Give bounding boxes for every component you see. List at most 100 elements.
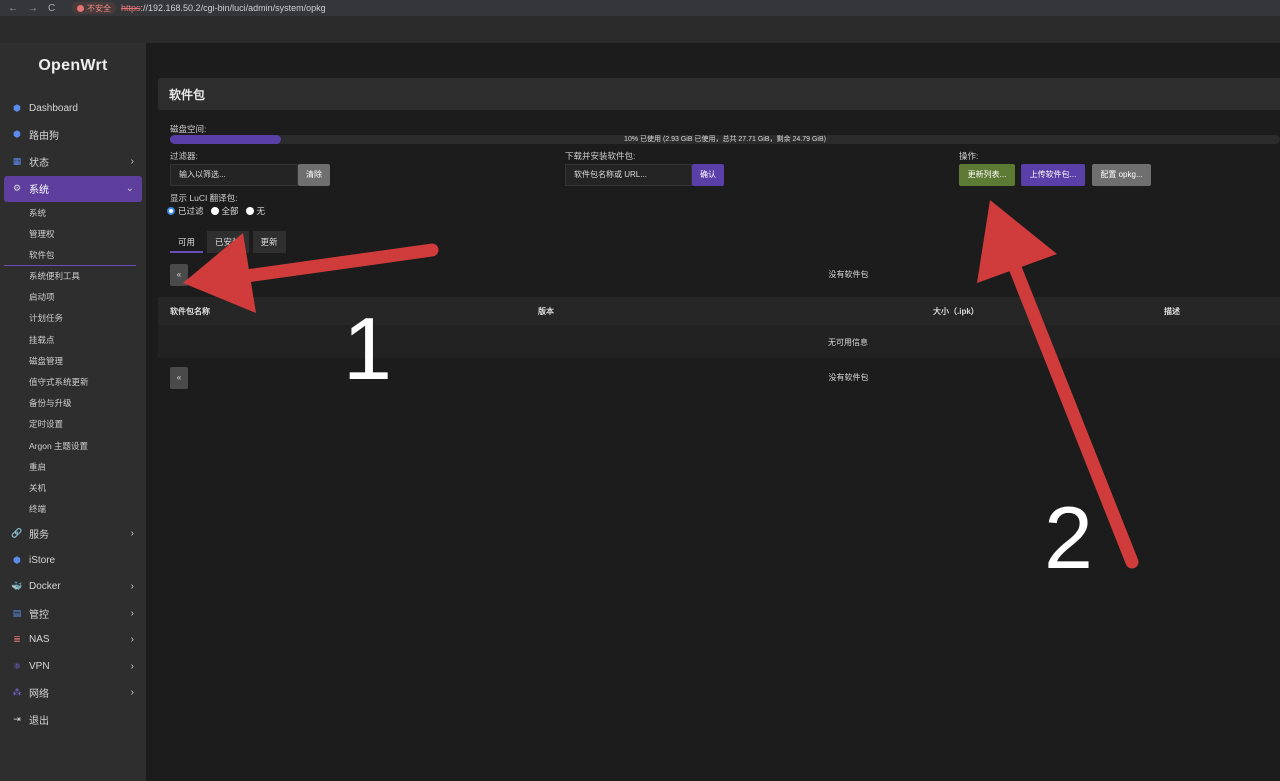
menu-icon: ⁂ (12, 687, 22, 698)
submenu-item-10[interactable]: 定时设置 (4, 414, 142, 435)
tab-installed[interactable]: 已安装 (207, 231, 249, 253)
address-bar[interactable]: 不安全 https ://192.168.50.2/cgi-bin/luci/a… (72, 1, 326, 15)
column-package-name: 软件包名称 (170, 307, 210, 316)
submenu-item-11[interactable]: Argon 主题设置 (4, 436, 142, 457)
menu-icon: ⬢ (13, 554, 21, 565)
browser-toolbar: ← → C 不安全 https ://192.168.50.2/cgi-bin/… (0, 0, 1280, 16)
submenu-item-3[interactable]: 系统便利工具 (4, 266, 142, 287)
upload-package-button[interactable]: 上传软件包... (1021, 164, 1085, 186)
sidebar-item-after-7[interactable]: ⇥ 退出 (4, 706, 142, 733)
no-packages-text-bottom: 没有软件包 (828, 373, 869, 382)
sidebar-item-after-5[interactable]: ⚛ VPN › (4, 653, 142, 680)
radio-all[interactable] (210, 207, 219, 215)
download-label: 下载并安装软件包: (565, 151, 636, 161)
openwrt-logo[interactable]: OpenWrt (0, 57, 146, 75)
chevron-right-icon: › (130, 687, 134, 699)
menu-icon: ⇥ (13, 713, 21, 724)
update-lists-button[interactable]: 更新列表... (959, 164, 1015, 186)
submenu-item-9[interactable]: 备份与升级 (4, 393, 142, 414)
filter-input[interactable]: 输入以筛选... (170, 164, 298, 186)
back-icon[interactable]: ← (8, 3, 18, 14)
table-row: 无可用信息 (158, 325, 1280, 358)
submenu-item-5[interactable]: 计划任务 (4, 308, 142, 329)
tab-updates[interactable]: 更新 (252, 231, 286, 253)
url-scheme: https (121, 3, 141, 13)
filter-label: 过滤器: (170, 151, 198, 161)
sidebar: OpenWrt ⬢ Dashboard ⬢ 路由狗 ▦ 状态 › ⚙ 系统 ⌄ 系统 管理权 软件包 系统… (0, 43, 146, 781)
system-submenu: 系统 管理权 软件包 系统便利工具 启动项 计划任务 挂载点 磁盘管理 值守式系统更新 备份与升级… (4, 203, 142, 521)
menu-icon: 🔗 (11, 528, 23, 539)
menu-icon: ▤ (12, 607, 22, 618)
configure-opkg-button[interactable]: 配置 opkg... (1092, 164, 1151, 186)
forward-icon[interactable]: → (28, 3, 38, 14)
sidebar-item-after-6[interactable]: ⁂ 网络 › (4, 679, 142, 706)
sidebar-item-label: 服务 (29, 530, 49, 542)
sidebar-menu: ⬢ Dashboard ⬢ 路由狗 ▦ 状态 › ⚙ 系统 ⌄ 系统 管理权 软件包 系统便利工具 启动项计… (4, 95, 142, 732)
submenu-item-14[interactable]: 终端 (4, 499, 142, 520)
disk-usage-bar: 10% 已使用 (2.93 GiB 已使用，总共 27.71 GiB，剩余 24… (170, 135, 1280, 144)
main-content: 软件包 磁盘空间: 10% 已使用 (2.93 GiB 已使用，总共 27.71… (146, 43, 1280, 781)
chevron-right-icon: › (130, 581, 134, 593)
sidebar-item-label: 状态 (29, 157, 49, 169)
chevron-right-icon: › (130, 634, 134, 646)
warning-icon (77, 4, 84, 12)
submenu-item-12[interactable]: 重启 (4, 457, 142, 478)
sidebar-item-label: 网络 (29, 689, 49, 701)
submenu-item-2[interactable]: 软件包 (4, 245, 136, 267)
browser-nav: ← → C (0, 3, 72, 14)
submenu-item-6[interactable]: 挂载点 (4, 330, 142, 351)
sidebar-item-2[interactable]: ▦ 状态 › (4, 148, 142, 175)
sidebar-item-after-3[interactable]: ▤ 管控 › (4, 600, 142, 627)
sidebar-item-label: 路由狗 (29, 131, 59, 143)
disk-usage-text: 10% 已使用 (2.93 GiB 已使用，总共 27.71 GiB，剩余 24… (624, 136, 826, 143)
sidebar-item-after-2[interactable]: 🐳 Docker › (4, 573, 142, 600)
sidebar-item-1[interactable]: ⬢ 路由狗 (4, 122, 142, 149)
gear-icon: ⚙ (12, 183, 22, 193)
submenu-item-4[interactable]: 启动项 (4, 287, 142, 308)
no-packages-text-top: 没有软件包 (828, 270, 869, 279)
cube-icon: ⬢ (13, 129, 21, 140)
no-info-text: 无可用信息 (828, 338, 868, 347)
submenu-item-13[interactable]: 关机 (4, 478, 142, 499)
url-path: ://192.168.50.2/cgi-bin/luci/admin/syste… (140, 3, 326, 13)
insecure-badge[interactable]: 不安全 (72, 2, 116, 14)
luci-translation-label: 显示 LuCI 翻译包: (170, 193, 238, 203)
submenu-item-0[interactable]: 系统 (4, 203, 142, 224)
reload-icon[interactable]: C (48, 3, 55, 14)
actions-label: 操作: (959, 151, 979, 161)
chevron-icon: › (130, 155, 134, 167)
submenu-item-8[interactable]: 值守式系统更新 (4, 372, 142, 393)
sidebar-item-after-4[interactable]: ≣ NAS › (4, 626, 142, 653)
submenu-item-1[interactable]: 管理权 (4, 224, 142, 245)
annotation-number-2: 2 (1044, 488, 1093, 587)
sidebar-item-label: 退出 (29, 715, 49, 727)
radio-filtered[interactable] (167, 207, 175, 215)
sidebar-item-after-1[interactable]: ⬢ iStore (4, 547, 142, 574)
package-url-input[interactable]: 软件包名称或 URL... (565, 164, 692, 186)
sidebar-item-label: iStore (29, 554, 56, 566)
cube-icon: ⬢ (13, 102, 21, 113)
confirm-button[interactable]: 确认 (692, 164, 724, 186)
sidebar-item-0[interactable]: ⬢ Dashboard (4, 95, 142, 122)
column-description: 描述 (1164, 307, 1180, 316)
pager-prev-button-bottom[interactable]: « (170, 367, 188, 389)
tab-available[interactable]: 可用 (170, 231, 204, 253)
clear-button[interactable]: 清除 (298, 164, 330, 186)
sidebar-item-3[interactable]: ⚙ 系统 ⌄ (4, 175, 142, 202)
menu-icon: ≣ (13, 634, 21, 645)
menu-icon: ⚛ (12, 660, 22, 671)
sidebar-item-after-0[interactable]: 🔗 服务 › (4, 520, 142, 547)
radio-none[interactable] (245, 207, 254, 215)
sidebar-item-label: Docker (29, 581, 61, 593)
sidebar-item-label: 管控 (29, 609, 49, 621)
browser-bookmarks-strip (0, 16, 1280, 43)
package-tabs: 可用 已安装 更新 (170, 231, 286, 253)
chevron-right-icon: › (130, 660, 134, 672)
chevron-icon: ⌄ (125, 183, 134, 194)
sidebar-item-label: VPN (29, 660, 50, 672)
submenu-item-7[interactable]: 磁盘管理 (4, 351, 142, 372)
luci-translation-radios: 已过滤 全部 无 (167, 205, 265, 217)
annotation-number-1: 1 (343, 299, 392, 398)
pager-prev-button-top[interactable]: « (170, 264, 188, 286)
column-version: 版本 (538, 307, 554, 316)
